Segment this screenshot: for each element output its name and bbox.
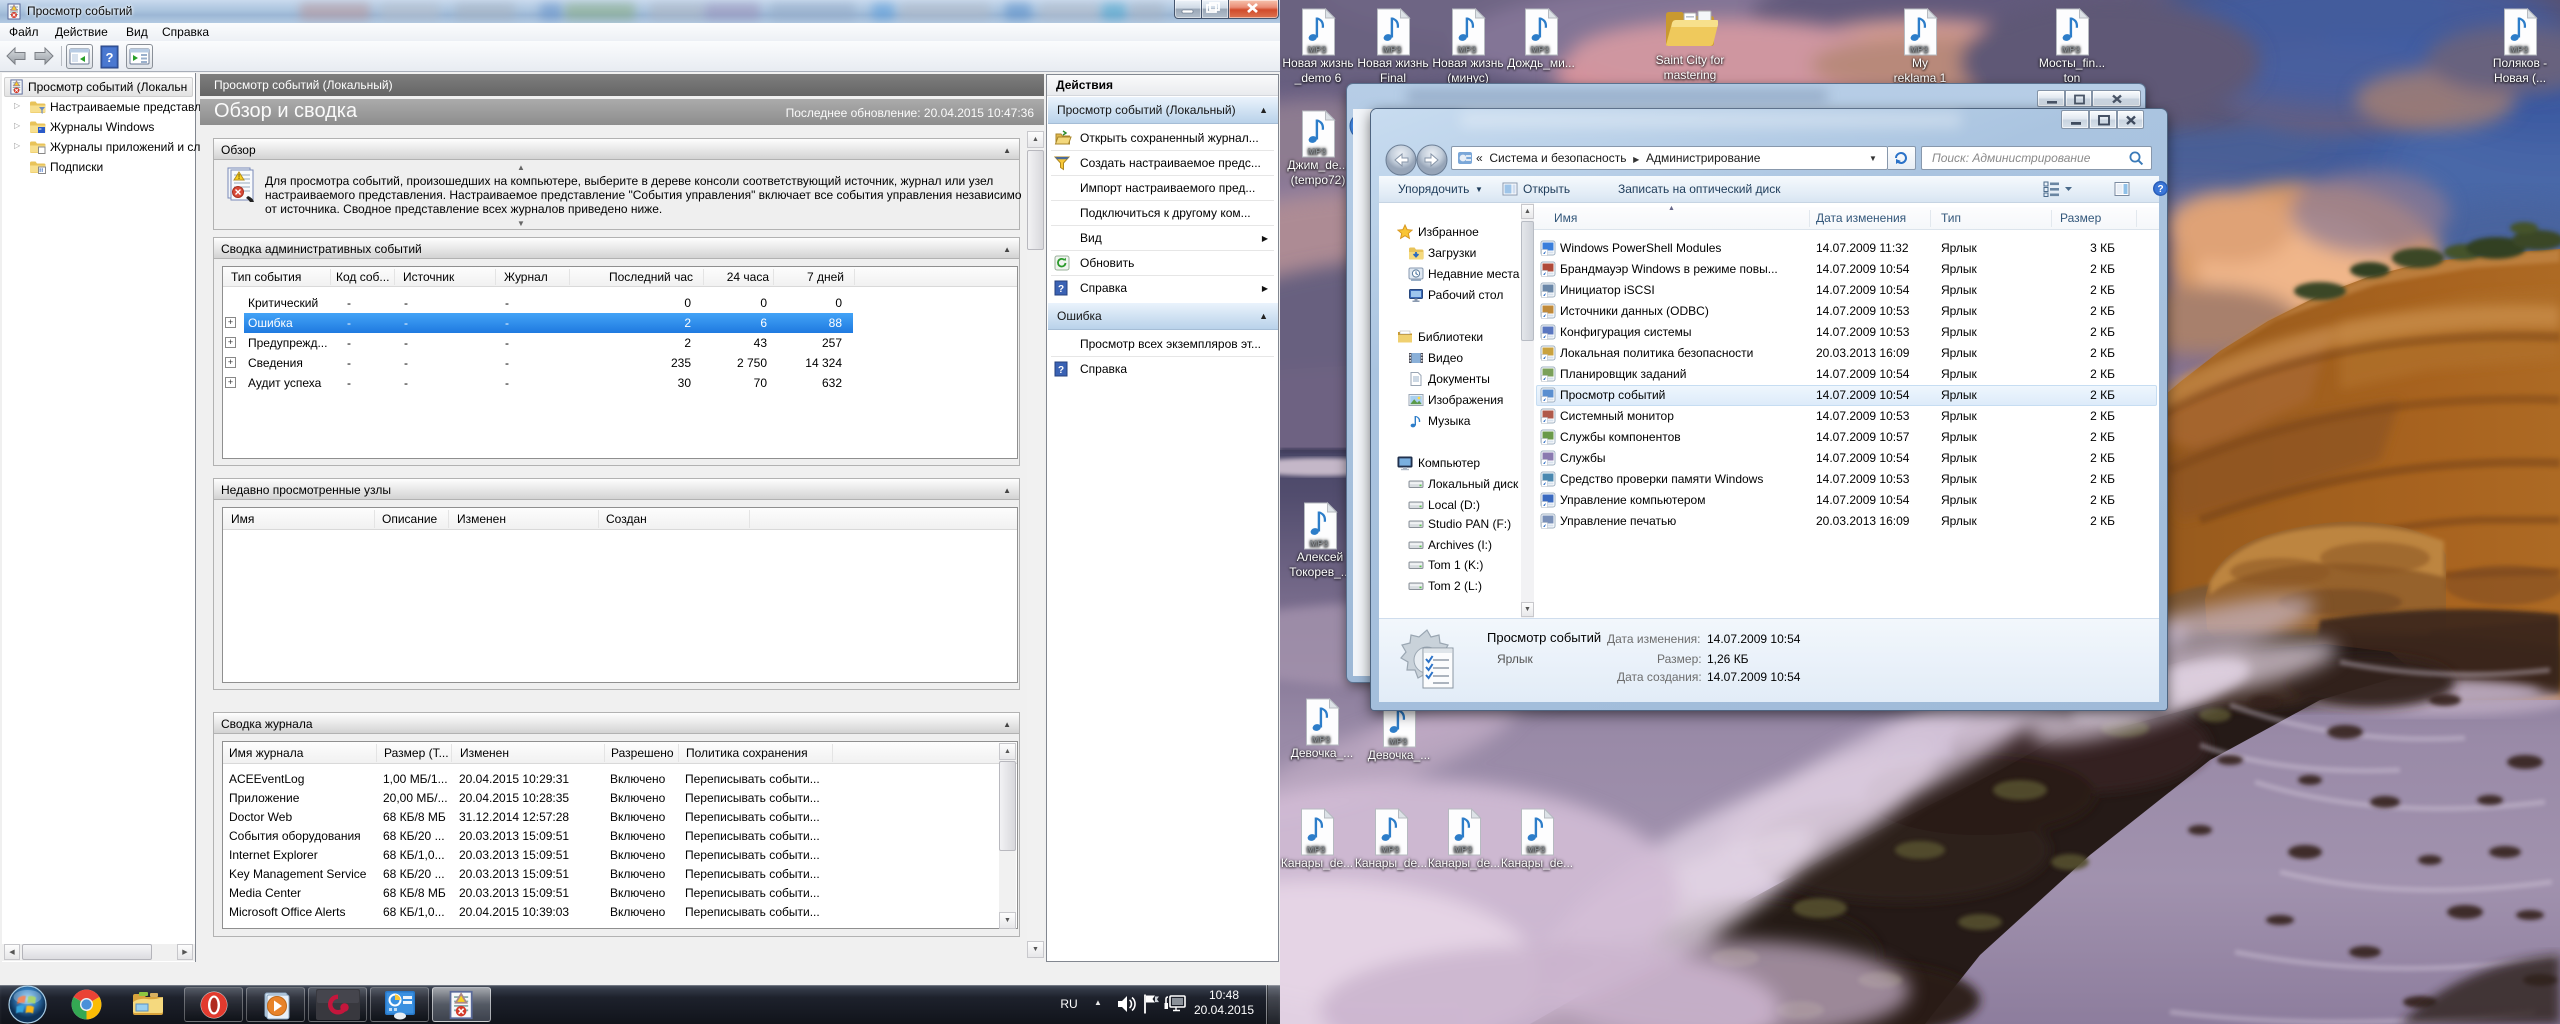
svg-text:MP3: MP3 [1527,845,1546,855]
svg-text:MP3: MP3 [1307,845,1326,855]
svg-text:MP3: MP3 [1381,845,1400,855]
svg-text:MP3: MP3 [1910,45,1929,55]
svg-text:?: ? [106,50,114,65]
svg-text:?: ? [1058,365,1064,376]
svg-text:MP3: MP3 [1389,737,1408,747]
svg-text:MP3: MP3 [1310,539,1329,549]
svg-text:MP3: MP3 [1531,45,1550,55]
svg-text:!: ! [238,174,240,181]
svg-text:MP3: MP3 [1308,45,1327,55]
svg-text:MP3: MP3 [1308,147,1327,157]
svg-text:MP3: MP3 [2062,45,2081,55]
svg-text:?: ? [2157,184,2163,195]
svg-text:MP3: MP3 [2510,45,2529,55]
svg-text:?: ? [1058,284,1064,295]
svg-text:MP3: MP3 [1454,845,1473,855]
svg-text:MP3: MP3 [1458,45,1477,55]
svg-text:MP3: MP3 [1383,45,1402,55]
svg-text:MP3: MP3 [1312,735,1331,745]
